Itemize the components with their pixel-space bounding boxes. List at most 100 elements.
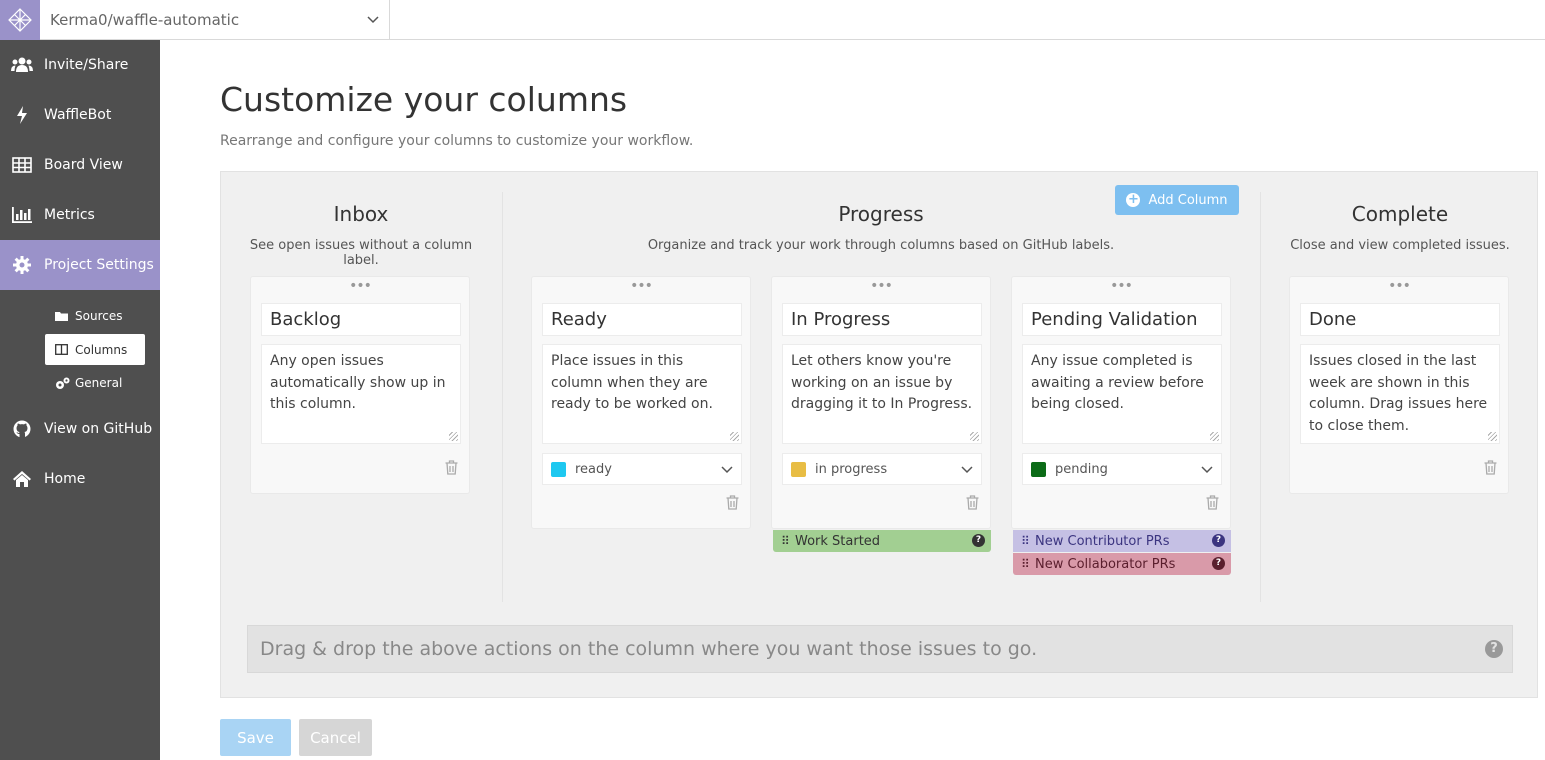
chevron-down-icon	[721, 466, 733, 474]
column-card-done[interactable]: ••• Done Issues closed in the last week …	[1289, 276, 1509, 494]
chevron-down-icon	[1201, 466, 1213, 474]
sidebar-item-view-on-github[interactable]: View on GitHub	[0, 404, 160, 454]
repo-selector[interactable]: Kerma0/waffle-automatic	[40, 0, 390, 40]
column-description-textarea[interactable]: Any issue completed is awaiting a review…	[1022, 344, 1222, 444]
trash-icon[interactable]	[1206, 495, 1219, 510]
column-description-textarea[interactable]: Let others know you're working on an iss…	[782, 344, 982, 444]
sidebar-item-home[interactable]: Home	[0, 454, 160, 504]
action-new-collaborator-prs[interactable]: ⠿ New Collaborator PRs ?	[1013, 553, 1231, 575]
help-icon[interactable]: ?	[1485, 640, 1503, 658]
group-title-inbox: Inbox	[333, 202, 389, 226]
resize-handle-icon[interactable]	[1210, 432, 1219, 441]
home-icon	[0, 471, 44, 487]
dropzone-text: Drag & drop the above actions on the col…	[260, 638, 1038, 660]
drag-handle-icon[interactable]: •••	[772, 279, 990, 293]
sidebar-item-board-view[interactable]: Board View	[0, 140, 160, 190]
waffle-logo-icon[interactable]	[0, 0, 40, 40]
chevron-down-icon	[961, 466, 973, 474]
trash-icon[interactable]	[445, 460, 458, 475]
sidebar-label: Project Settings	[44, 257, 154, 273]
column-name-input[interactable]: In Progress	[782, 303, 982, 336]
action-label: New Collaborator PRs	[1035, 556, 1176, 572]
help-icon[interactable]: ?	[972, 534, 985, 547]
drag-handle-icon[interactable]: •••	[1012, 279, 1230, 293]
group-desc-progress: Organize and track your work through col…	[647, 238, 1115, 253]
label-select[interactable]: in progress	[782, 453, 982, 485]
sidebar-subitem-general[interactable]: General	[0, 365, 160, 401]
label-select[interactable]: pending	[1022, 453, 1222, 485]
column-name-input[interactable]: Pending Validation	[1022, 303, 1222, 336]
chevron-down-icon	[367, 16, 379, 24]
columns-icon	[55, 344, 75, 355]
sidebar-label: View on GitHub	[44, 421, 153, 437]
save-button[interactable]: Save	[220, 719, 291, 756]
label-select-value: pending	[1055, 461, 1108, 477]
help-icon[interactable]: ?	[1212, 534, 1225, 547]
help-icon[interactable]: ?	[1212, 557, 1225, 570]
trash-icon[interactable]	[726, 495, 739, 510]
page-subtitle: Rearrange and configure your columns to …	[220, 133, 694, 149]
group-desc-inbox: See open issues without a column label.	[249, 238, 473, 268]
sidebar-subitem-sources[interactable]: Sources	[0, 298, 160, 334]
label-select-value: ready	[575, 461, 612, 477]
column-card-pending-validation[interactable]: ••• Pending Validation Any issue complet…	[1011, 276, 1231, 529]
drag-handle-icon[interactable]: •••	[1290, 279, 1508, 293]
sidebar-item-metrics[interactable]: Metrics	[0, 190, 160, 240]
sidebar-item-project-settings[interactable]: Project Settings	[0, 240, 160, 290]
column-name-input[interactable]: Done	[1300, 303, 1500, 336]
column-name-input[interactable]: Ready	[542, 303, 742, 336]
action-label: Work Started	[795, 533, 881, 549]
column-description-textarea[interactable]: Issues closed in the last week are shown…	[1300, 344, 1500, 444]
label-color-swatch	[791, 461, 806, 477]
repo-name: Kerma0/waffle-automatic	[50, 11, 240, 29]
label-color-swatch	[551, 461, 566, 477]
github-icon	[0, 420, 44, 438]
sidebar-item-invite-share[interactable]: Invite/Share	[0, 40, 160, 90]
resize-handle-icon[interactable]	[449, 432, 458, 441]
label-select-value: in progress	[815, 461, 888, 477]
column-description-textarea[interactable]: Place issues in this column when they ar…	[542, 344, 742, 444]
group-title-complete: Complete	[1351, 202, 1449, 226]
drag-handle-icon[interactable]: •••	[251, 279, 469, 293]
add-column-label: Add Column	[1148, 192, 1228, 208]
label-select[interactable]: ready	[542, 453, 742, 485]
gears-icon	[55, 377, 75, 390]
bar-chart-icon	[0, 207, 44, 223]
sidebar-subitem-columns[interactable]: Columns	[45, 334, 145, 365]
sidebar-label: WaffleBot	[44, 107, 112, 123]
columns-panel: Inbox See open issues without a column l…	[220, 171, 1538, 698]
actions-dropzone[interactable]: Drag & drop the above actions on the col…	[247, 625, 1513, 673]
column-name-input[interactable]: Backlog	[261, 303, 461, 336]
group-divider	[1260, 192, 1261, 602]
column-card-backlog[interactable]: ••• Backlog Any open issues automaticall…	[250, 276, 470, 494]
sidebar-item-wafflebot[interactable]: WaffleBot	[0, 90, 160, 140]
action-work-started[interactable]: ⠿ Work Started ?	[773, 530, 991, 552]
resize-handle-icon[interactable]	[970, 432, 979, 441]
sidebar-label: Board View	[44, 157, 123, 173]
column-description-text: Place issues in this column when they ar…	[551, 353, 713, 412]
action-new-contributor-prs[interactable]: ⠿ New Contributor PRs ?	[1013, 530, 1231, 552]
sidebar-label: Metrics	[44, 207, 95, 223]
column-description-text: Issues closed in the last week are shown…	[1309, 353, 1488, 434]
page-title: Customize your columns	[220, 80, 628, 119]
drag-grip-icon: ⠿	[1021, 534, 1030, 548]
users-icon	[0, 57, 44, 73]
trash-icon[interactable]	[1484, 460, 1497, 475]
sidebar-sub-label: Sources	[75, 309, 123, 323]
drag-grip-icon: ⠿	[781, 534, 790, 548]
column-card-ready[interactable]: ••• Ready Place issues in this column wh…	[531, 276, 751, 529]
resize-handle-icon[interactable]	[730, 432, 739, 441]
resize-handle-icon[interactable]	[1488, 432, 1497, 441]
sidebar-label: Invite/Share	[44, 57, 129, 73]
column-card-in-progress[interactable]: ••• In Progress Let others know you're w…	[771, 276, 991, 529]
cancel-button[interactable]: Cancel	[299, 719, 372, 756]
table-icon	[0, 157, 44, 173]
column-description-text: Any open issues automatically show up in…	[270, 353, 446, 412]
top-bar: Kerma0/waffle-automatic	[0, 0, 1545, 40]
drag-handle-icon[interactable]: •••	[532, 279, 750, 293]
add-column-button[interactable]: + Add Column	[1115, 185, 1239, 215]
sidebar: Invite/Share WaffleBot Board View Metric…	[0, 40, 160, 760]
trash-icon[interactable]	[966, 495, 979, 510]
column-description-textarea[interactable]: Any open issues automatically show up in…	[261, 344, 461, 444]
action-label: New Contributor PRs	[1035, 533, 1170, 549]
